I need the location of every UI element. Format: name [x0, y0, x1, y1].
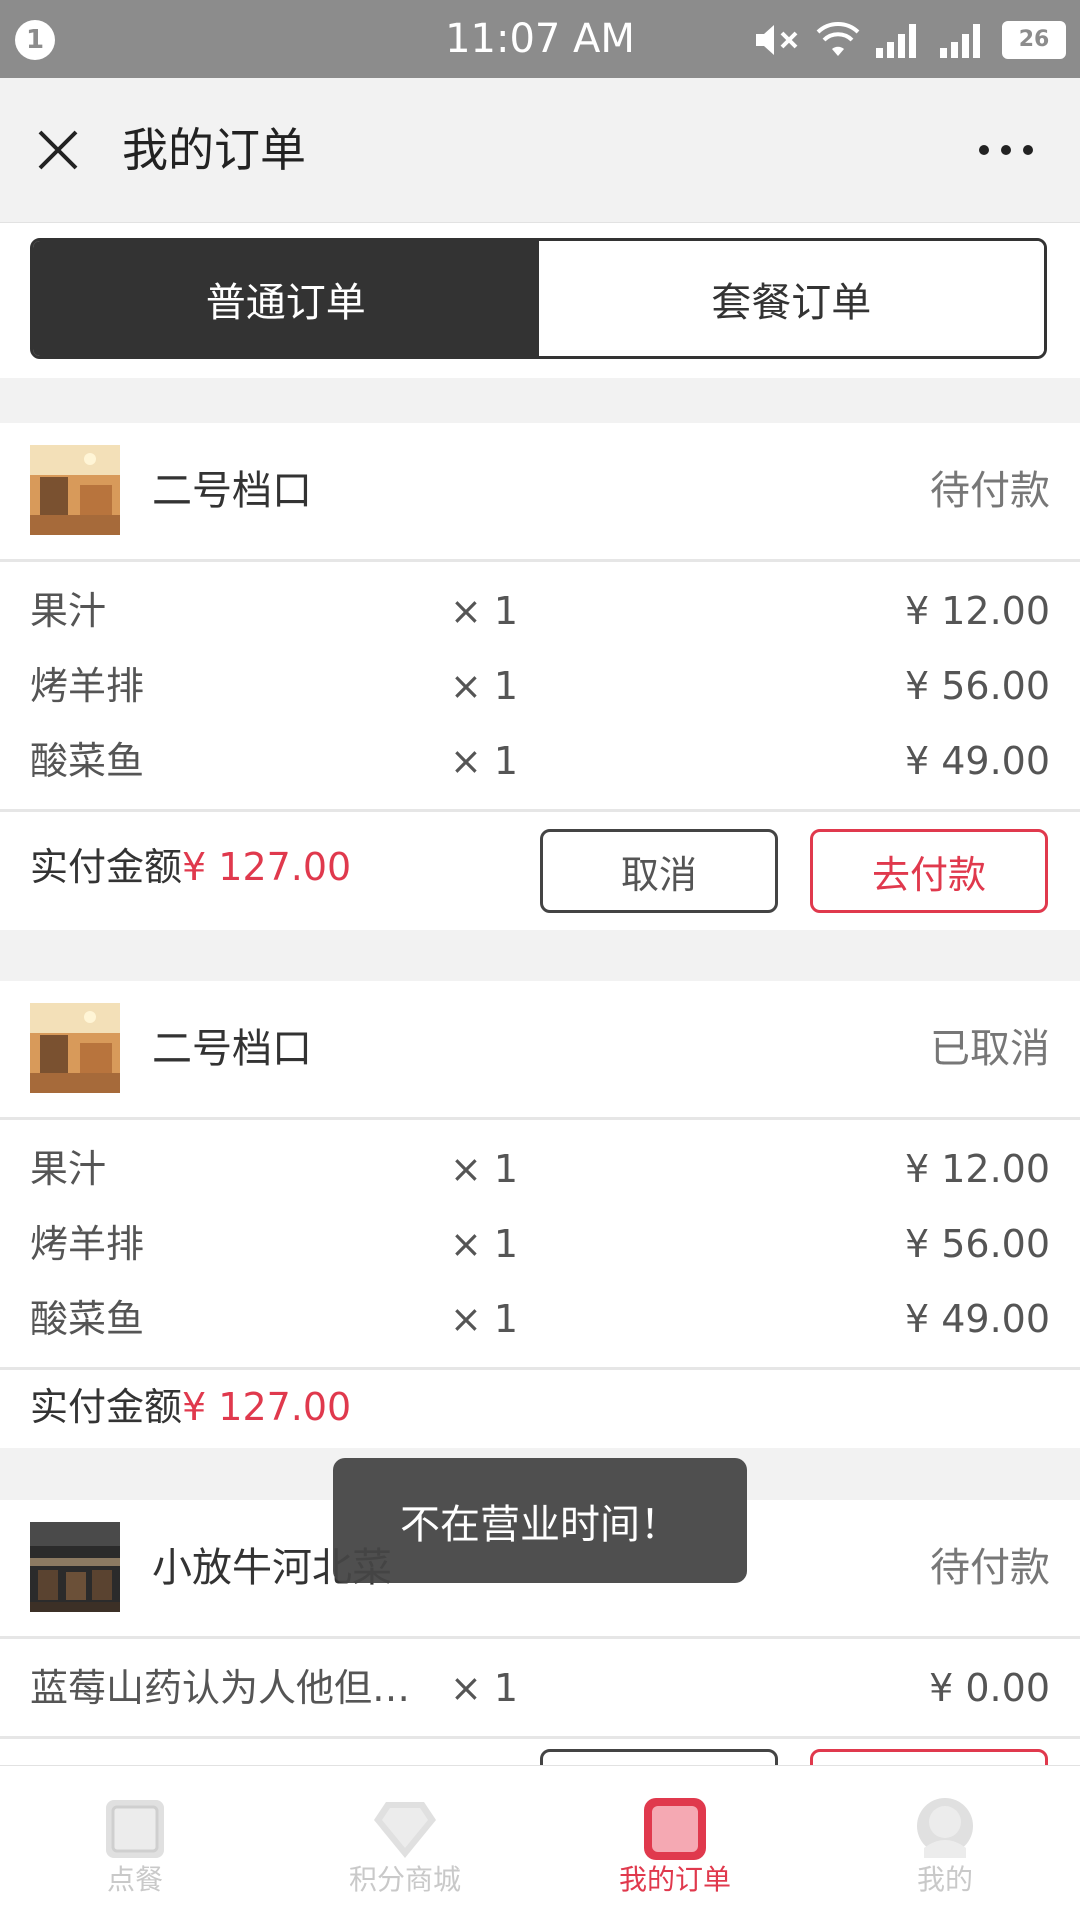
item-name: 烤羊排 — [30, 664, 145, 708]
list-item: 果汁 × 1 ¥ 12.00 — [0, 1132, 1080, 1207]
store-row: 二号档口 已取消 — [0, 981, 1080, 1120]
signal-icon-2 — [940, 24, 980, 58]
item-name: 酸菜鱼 — [30, 739, 145, 783]
more-icon[interactable] — [978, 144, 1034, 156]
item-price: ¥ 0.00 — [929, 1666, 1050, 1710]
item-qty: × 1 — [450, 1222, 519, 1266]
total-row: 实付金额¥ 127.00 取消 去付款 — [0, 812, 1080, 930]
store-thumbnail — [30, 1003, 120, 1093]
nav-item-points-mall[interactable]: 积分商城 — [270, 1766, 540, 1921]
item-qty: × 1 — [450, 1297, 519, 1341]
order-food-icon — [106, 1800, 164, 1858]
store-name: 二号档口 — [152, 468, 312, 514]
nav-label: 我的订单 — [618, 1863, 731, 1896]
nav-item-me[interactable]: 我的 — [810, 1766, 1080, 1921]
item-price: ¥ 49.00 — [904, 1297, 1050, 1341]
store-name: 二号档口 — [152, 1026, 312, 1072]
profile-icon — [917, 1798, 973, 1858]
battery-icon: 26 — [1002, 21, 1066, 59]
list-item: 酸菜鱼 × 1 ¥ 49.00 — [0, 724, 1080, 799]
item-qty: × 1 — [450, 589, 519, 633]
status-icons: 26 — [752, 18, 1066, 62]
item-qty: × 1 — [450, 1666, 519, 1710]
toast-message: 不在营业时间！ — [333, 1458, 747, 1583]
list-item: 果汁 × 1 ¥ 12.00 — [0, 574, 1080, 649]
signal-icon — [876, 24, 916, 58]
diamond-icon — [374, 1802, 436, 1858]
order-items: 蓝莓山药认为人他但… × 1 ¥ 0.00 — [0, 1639, 1080, 1739]
close-icon[interactable] — [36, 128, 80, 172]
store-thumbnail — [30, 445, 120, 535]
item-name: 酸菜鱼 — [30, 1297, 145, 1341]
item-price: ¥ 56.00 — [904, 1222, 1050, 1266]
wifi-icon — [816, 22, 860, 56]
pay-button[interactable]: 去付款 — [810, 829, 1048, 913]
order-card[interactable]: 二号档口 已取消 果汁 × 1 ¥ 12.00 烤羊排 × 1 ¥ 56.00 … — [0, 981, 1080, 1448]
orders-icon — [644, 1798, 706, 1860]
order-status: 待付款 — [930, 1545, 1050, 1591]
order-status: 已取消 — [930, 1026, 1050, 1072]
list-item: 酸菜鱼 × 1 ¥ 49.00 — [0, 1282, 1080, 1357]
order-type-tabs-container: 普通订单 套餐订单 — [0, 223, 1080, 378]
order-card[interactable]: 二号档口 待付款 果汁 × 1 ¥ 12.00 烤羊排 × 1 ¥ 56.00 … — [0, 423, 1080, 930]
total-text: 实付金额¥ 127.00 — [30, 840, 351, 894]
store-row: 二号档口 待付款 — [0, 423, 1080, 562]
total-row — [0, 1739, 1080, 1765]
nav-label: 积分商城 — [348, 1863, 461, 1896]
list-item: 蓝莓山药认为人他但… × 1 ¥ 0.00 — [0, 1651, 1080, 1726]
mute-icon — [756, 25, 798, 55]
total-label: 实付金额 — [30, 1385, 183, 1429]
nav-item-my-orders[interactable]: 我的订单 — [540, 1766, 810, 1921]
total-row: 实付金额¥ 127.00 — [0, 1370, 1080, 1448]
app-header: 我的订单 — [0, 78, 1080, 223]
item-price: ¥ 49.00 — [904, 739, 1050, 783]
item-name: 果汁 — [30, 1147, 107, 1191]
order-status: 待付款 — [930, 468, 1050, 514]
item-name: 果汁 — [30, 589, 107, 633]
total-amount: ¥ 127.00 — [182, 1385, 352, 1429]
order-items: 果汁 × 1 ¥ 12.00 烤羊排 × 1 ¥ 56.00 酸菜鱼 × 1 ¥… — [0, 562, 1080, 812]
bottom-nav: 点餐 积分商城 我的订单 我的 — [0, 1765, 1080, 1921]
total-text: 实付金额¥ 127.00 — [30, 1380, 351, 1434]
order-items: 果汁 × 1 ¥ 12.00 烤羊排 × 1 ¥ 56.00 酸菜鱼 × 1 ¥… — [0, 1120, 1080, 1370]
item-price: ¥ 56.00 — [904, 664, 1050, 708]
item-price: ¥ 12.00 — [904, 1147, 1050, 1191]
total-label: 实付金额 — [30, 845, 183, 889]
item-qty: × 1 — [450, 1147, 519, 1191]
store-thumbnail — [30, 1522, 120, 1612]
cancel-button-partial[interactable] — [540, 1749, 778, 1765]
item-name: 蓝莓山药认为人他但… — [30, 1666, 411, 1710]
nav-label: 我的 — [916, 1863, 973, 1896]
nav-item-order-food[interactable]: 点餐 — [0, 1766, 270, 1921]
order-type-tabs: 普通订单 套餐订单 — [30, 238, 1047, 359]
status-bar: 1 11:07 AM 26 — [0, 0, 1080, 78]
list-item: 烤羊排 × 1 ¥ 56.00 — [0, 1207, 1080, 1282]
pay-button-partial[interactable] — [810, 1749, 1048, 1765]
cancel-button[interactable]: 取消 — [540, 829, 778, 913]
item-name: 烤羊排 — [30, 1222, 145, 1266]
item-qty: × 1 — [450, 664, 519, 708]
item-price: ¥ 12.00 — [904, 589, 1050, 633]
tab-normal-orders[interactable]: 普通订单 — [33, 241, 539, 356]
list-item: 烤羊排 × 1 ¥ 56.00 — [0, 649, 1080, 724]
nav-label: 点餐 — [106, 1863, 163, 1896]
page-title: 我的订单 — [122, 123, 306, 177]
total-amount: ¥ 127.00 — [182, 845, 352, 889]
tab-package-orders[interactable]: 套餐订单 — [538, 241, 1044, 356]
item-qty: × 1 — [450, 739, 519, 783]
